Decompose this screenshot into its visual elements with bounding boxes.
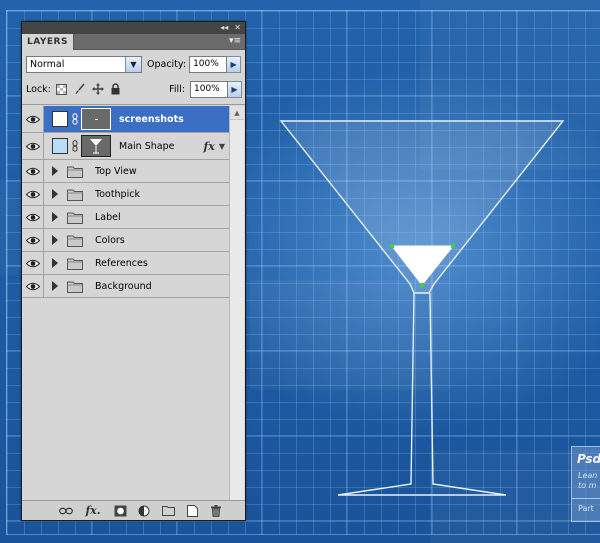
lock-fill-row: Lock: Fill: 100% ▶ bbox=[26, 80, 242, 98]
layer-row-main-shape[interactable]: Main Shape fx ▼ bbox=[22, 133, 229, 160]
visibility-toggle[interactable] bbox=[22, 133, 44, 159]
expand-triangle-icon[interactable] bbox=[52, 212, 58, 222]
chain-link-icon[interactable] bbox=[72, 113, 78, 125]
adjustment-layer-icon[interactable] bbox=[137, 505, 151, 517]
folder-icon bbox=[67, 258, 83, 270]
group-name: Top View bbox=[95, 165, 137, 177]
group-name: Colors bbox=[95, 234, 125, 246]
link-layers-icon[interactable] bbox=[59, 505, 73, 517]
panel-menu-icon[interactable]: ▾≡ bbox=[229, 36, 241, 47]
psd-box-line: to m bbox=[578, 481, 597, 490]
opacity-label: Opacity: bbox=[147, 58, 187, 70]
psd-box-divider bbox=[572, 498, 600, 499]
layer-group-toothpick[interactable]: Toothpick bbox=[22, 183, 229, 206]
layer-group-references[interactable]: References bbox=[22, 252, 229, 275]
close-icon[interactable]: ✕ bbox=[234, 24, 241, 32]
expand-triangle-icon[interactable] bbox=[52, 258, 58, 268]
folder-icon bbox=[67, 235, 83, 247]
layer-thumbnail[interactable] bbox=[52, 111, 68, 127]
visibility-toggle[interactable] bbox=[22, 275, 44, 297]
psd-box-line: Lean bbox=[578, 471, 598, 480]
new-group-folder-icon[interactable] bbox=[161, 505, 175, 517]
fill-label: Fill: bbox=[169, 83, 185, 95]
layer-group-colors[interactable]: Colors bbox=[22, 229, 229, 252]
panel-tab-row: LAYERS ▾≡ bbox=[22, 34, 245, 50]
vector-mask-thumbnail[interactable] bbox=[81, 108, 111, 130]
layers-panel: ◂◂ ✕ LAYERS ▾≡ Normal ▼ Opacity: 100% ▶ … bbox=[21, 21, 246, 521]
blend-mode-select[interactable]: Normal ▼ bbox=[26, 55, 142, 73]
visibility-toggle[interactable] bbox=[22, 183, 44, 205]
eye-icon bbox=[25, 142, 40, 150]
folder-icon bbox=[67, 281, 83, 293]
panel-title-bar: ◂◂ ✕ bbox=[22, 22, 245, 34]
visibility-toggle[interactable] bbox=[22, 206, 44, 228]
tab-layers[interactable]: LAYERS bbox=[22, 34, 74, 50]
expand-effects-arrow-icon[interactable]: ▼ bbox=[219, 142, 225, 151]
visibility-toggle[interactable] bbox=[22, 106, 44, 132]
folder-icon bbox=[67, 189, 83, 201]
new-layer-icon[interactable] bbox=[185, 504, 199, 517]
psd-box-line: Part bbox=[578, 504, 594, 513]
lock-all-padlock-icon[interactable] bbox=[109, 82, 123, 96]
scroll-up-icon[interactable]: ▲ bbox=[230, 106, 244, 120]
visibility-toggle[interactable] bbox=[22, 160, 44, 182]
expand-triangle-icon[interactable] bbox=[52, 281, 58, 291]
group-name: Background bbox=[95, 280, 152, 292]
collapse-icon[interactable]: ◂◂ bbox=[220, 24, 228, 32]
folder-icon bbox=[67, 212, 83, 224]
lock-pixels-brush-icon[interactable] bbox=[73, 82, 87, 96]
layer-name: screenshots bbox=[119, 113, 184, 125]
group-name: Label bbox=[95, 211, 121, 223]
expand-triangle-icon[interactable] bbox=[52, 235, 58, 245]
lock-label: Lock: bbox=[26, 83, 51, 95]
layer-row-screenshots[interactable]: screenshots bbox=[22, 106, 229, 133]
fx-icon[interactable]: fx bbox=[204, 140, 215, 153]
delete-layer-trash-icon[interactable] bbox=[209, 504, 223, 517]
layers-scrollbar[interactable]: ▲ ▼ bbox=[229, 106, 244, 516]
visibility-toggle[interactable] bbox=[22, 229, 44, 251]
lock-transparent-icon[interactable] bbox=[55, 82, 69, 96]
anchor-point[interactable] bbox=[390, 244, 394, 248]
eye-icon bbox=[25, 282, 40, 290]
opacity-slider-button[interactable]: ▶ bbox=[227, 55, 242, 73]
eye-icon bbox=[25, 259, 40, 267]
eye-icon bbox=[25, 213, 40, 221]
fill-slider-button[interactable]: ▶ bbox=[228, 80, 242, 98]
eye-icon bbox=[25, 190, 40, 198]
opacity-input[interactable]: 100% bbox=[189, 55, 228, 73]
layer-group-background[interactable]: Background bbox=[22, 275, 229, 298]
vector-mask-thumbnail[interactable] bbox=[81, 135, 111, 157]
glass-stem[interactable] bbox=[337, 292, 507, 496]
blend-mode-value: Normal bbox=[30, 58, 65, 70]
expand-triangle-icon[interactable] bbox=[52, 189, 58, 199]
layer-group-label[interactable]: Label bbox=[22, 206, 229, 229]
expand-triangle-icon[interactable] bbox=[52, 166, 58, 176]
chevron-down-icon[interactable]: ▼ bbox=[125, 56, 141, 72]
folder-icon bbox=[67, 166, 83, 178]
layer-name: Main Shape bbox=[119, 140, 175, 152]
psdtuts-info-box: Psd Lean to m Part bbox=[571, 446, 600, 522]
layer-list: screenshots Main Shape fx ▼ Top View Too… bbox=[22, 106, 229, 298]
blend-opacity-row: Normal ▼ Opacity: 100% ▶ bbox=[26, 55, 242, 73]
fill-input[interactable]: 100% bbox=[190, 80, 228, 98]
psd-box-title: Psd bbox=[577, 452, 600, 466]
divider bbox=[22, 104, 245, 105]
anchor-point[interactable] bbox=[420, 283, 424, 287]
visibility-toggle[interactable] bbox=[22, 252, 44, 274]
layer-thumbnail[interactable] bbox=[52, 138, 68, 154]
add-mask-icon[interactable] bbox=[113, 505, 127, 517]
eye-icon bbox=[25, 115, 40, 123]
group-name: References bbox=[95, 257, 148, 269]
lock-position-move-icon[interactable] bbox=[91, 82, 105, 96]
eye-icon bbox=[25, 167, 40, 175]
add-layer-style-fx-icon[interactable]: fx. bbox=[83, 504, 103, 517]
group-name: Toothpick bbox=[95, 188, 140, 200]
panel-bottom-toolbar: fx. bbox=[22, 500, 245, 520]
layer-group-top-view[interactable]: Top View bbox=[22, 160, 229, 183]
chain-link-icon[interactable] bbox=[72, 140, 78, 152]
eye-icon bbox=[25, 236, 40, 244]
anchor-point[interactable] bbox=[451, 244, 455, 248]
